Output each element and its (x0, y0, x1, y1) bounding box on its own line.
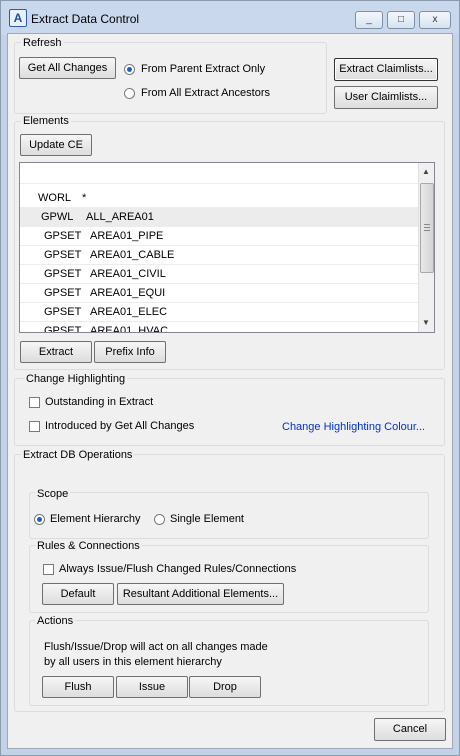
element-name: * (82, 192, 87, 204)
minimize-button[interactable]: _ (355, 11, 383, 29)
maximize-icon: □ (397, 14, 405, 25)
single-element-label: Single Element (170, 513, 244, 525)
always-issue-flush-label: Always Issue/Flush Changed Rules/Connect… (59, 563, 297, 575)
app-icon: A (9, 9, 27, 27)
extract-claimlists-button[interactable]: Extract Claimlists... (334, 58, 438, 81)
introduced-label: Introduced by Get All Changes (45, 420, 195, 432)
scroll-thumb[interactable] (420, 183, 434, 273)
change-highlighting-colour-link[interactable]: Change Highlighting Colour... (282, 421, 425, 433)
from-parent-radio[interactable] (124, 64, 135, 75)
from-ancestors-radio[interactable] (124, 88, 135, 99)
refresh-group-label: Refresh (21, 37, 64, 49)
get-all-changes-button[interactable]: Get All Changes (19, 57, 116, 79)
prefix-info-button[interactable]: Prefix Info (94, 341, 166, 363)
change-highlighting-group (14, 378, 445, 446)
element-hierarchy-radio[interactable] (34, 514, 45, 525)
element-name: AREA01_EQUI (90, 287, 166, 299)
list-item[interactable]: GPSET AREA01_EQUI (20, 284, 418, 303)
close-button[interactable]: x (419, 11, 451, 29)
extract-db-operations-label: Extract DB Operations (21, 449, 135, 461)
element-type: WORL (38, 192, 71, 204)
title-bar: A Extract Data Control _ □ x (1, 1, 459, 35)
element-type: GPSET (44, 325, 82, 333)
element-type: GPWL (41, 211, 74, 223)
rules-connections-label: Rules & Connections (35, 540, 142, 552)
elements-group-label: Elements (21, 115, 71, 127)
outstanding-label: Outstanding in Extract (45, 396, 154, 408)
issue-button[interactable]: Issue (116, 676, 188, 698)
list-header-row (20, 163, 418, 184)
element-name: AREA01_HVAC (90, 325, 169, 333)
user-claimlists-button[interactable]: User Claimlists... (334, 86, 438, 109)
always-issue-flush-checkbox[interactable] (43, 564, 54, 575)
default-button[interactable]: Default (42, 583, 114, 605)
element-name: AREA01_CABLE (90, 249, 175, 261)
elements-list[interactable]: WORL * GPWL ALL_AREA01 GPSET AREA01_PIPE… (19, 162, 435, 333)
list-item[interactable]: GPSET AREA01_HVAC (20, 322, 418, 333)
outstanding-checkbox[interactable] (29, 397, 40, 408)
element-name: ALL_AREA01 (86, 211, 154, 223)
actions-note-line2: by all users in this element hierarchy (44, 656, 222, 668)
from-ancestors-label: From All Extract Ancestors (141, 87, 270, 99)
update-ce-button[interactable]: Update CE (20, 134, 92, 156)
element-name: AREA01_ELEC (90, 306, 168, 318)
list-item[interactable]: GPSET AREA01_CABLE (20, 246, 418, 265)
element-type: GPSET (44, 230, 82, 242)
change-highlighting-label: Change Highlighting (24, 373, 128, 385)
minimize-icon: _ (366, 14, 372, 25)
scroll-down-icon[interactable]: ▼ (422, 318, 430, 327)
element-type: GPSET (44, 268, 82, 280)
introduced-checkbox[interactable] (29, 421, 40, 432)
window-title: Extract Data Control (31, 12, 140, 26)
element-type: GPSET (44, 249, 82, 261)
close-icon: x (432, 14, 438, 25)
drop-button[interactable]: Drop (189, 676, 261, 698)
actions-label: Actions (35, 615, 76, 627)
cancel-button[interactable]: Cancel (374, 718, 446, 741)
element-type: GPSET (44, 287, 82, 299)
actions-note-line1: Flush/Issue/Drop will act on all changes… (44, 641, 268, 653)
element-name: AREA01_PIPE (90, 230, 164, 242)
list-item[interactable]: GPSET AREA01_ELEC (20, 303, 418, 322)
flush-button[interactable]: Flush (42, 676, 114, 698)
single-element-radio[interactable] (154, 514, 165, 525)
element-name: AREA01_CIVIL (90, 268, 166, 280)
list-item[interactable]: GPSET AREA01_CIVIL (20, 265, 418, 284)
scope-label: Scope (35, 488, 71, 500)
resultant-additional-elements-button[interactable]: Resultant Additional Elements... (117, 583, 284, 605)
element-type: GPSET (44, 306, 82, 318)
list-item[interactable]: GPWL ALL_AREA01 (20, 208, 418, 227)
list-item[interactable]: GPSET AREA01_PIPE (20, 227, 418, 246)
from-parent-label: From Parent Extract Only (141, 63, 266, 75)
scroll-up-icon[interactable]: ▲ (422, 167, 430, 176)
element-hierarchy-label: Element Hierarchy (50, 513, 141, 525)
list-item[interactable]: WORL * (20, 189, 418, 208)
maximize-button[interactable]: □ (387, 11, 415, 29)
list-scrollbar[interactable]: ▲ ▼ (418, 163, 434, 332)
extract-button[interactable]: Extract (20, 341, 92, 363)
